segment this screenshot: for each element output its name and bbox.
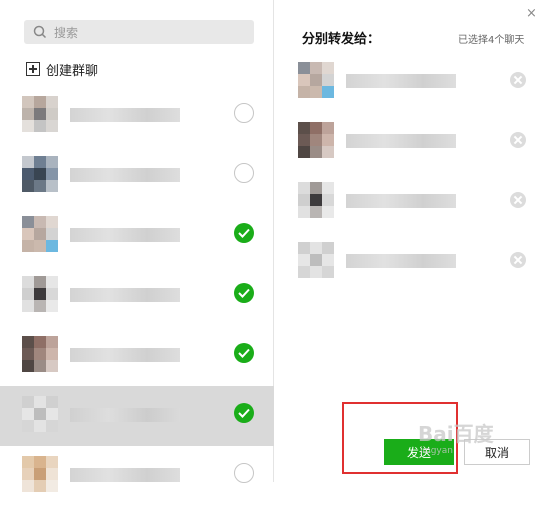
contact-row[interactable] <box>0 206 274 266</box>
checked-icon[interactable] <box>234 403 254 423</box>
selected-chat-row <box>298 120 538 164</box>
contact-name-blurred <box>70 228 180 242</box>
avatar <box>298 182 334 218</box>
close-icon[interactable]: × <box>526 6 537 21</box>
unchecked-circle-icon[interactable] <box>234 463 254 483</box>
remove-icon[interactable] <box>510 192 526 208</box>
avatar <box>22 396 58 432</box>
contact-row[interactable] <box>0 266 274 326</box>
avatar <box>22 96 58 132</box>
contact-row[interactable] <box>0 386 274 446</box>
contact-name-blurred <box>70 168 180 182</box>
contact-name-blurred <box>346 74 456 88</box>
plus-box-icon <box>26 62 40 76</box>
remove-icon[interactable] <box>510 132 526 148</box>
watermark-text: jingyan <box>420 446 453 456</box>
contact-name-blurred <box>70 348 180 362</box>
avatar <box>298 62 334 98</box>
contact-name-blurred <box>70 108 180 122</box>
selected-count: 已选择4个聊天 <box>458 35 525 46</box>
contact-row[interactable] <box>0 446 274 506</box>
avatar <box>22 156 58 192</box>
selected-chat-row <box>298 60 538 104</box>
contact-name-blurred <box>346 194 456 208</box>
contact-name-blurred <box>346 254 456 268</box>
avatar <box>22 336 58 372</box>
checked-icon[interactable] <box>234 283 254 303</box>
checked-icon[interactable] <box>234 343 254 363</box>
avatar <box>298 122 334 158</box>
create-group-label: 创建群聊 <box>46 63 99 79</box>
selected-chat-row <box>298 180 538 224</box>
contact-name-blurred <box>70 288 180 302</box>
contact-row[interactable] <box>0 86 274 146</box>
unchecked-circle-icon[interactable] <box>234 163 254 183</box>
contact-row[interactable] <box>0 326 274 386</box>
checked-icon[interactable] <box>234 223 254 243</box>
avatar <box>22 216 58 252</box>
contact-name-blurred <box>70 468 180 482</box>
create-group-button[interactable]: 创建群聊 <box>26 60 99 79</box>
contact-name-blurred <box>346 134 456 148</box>
selected-chat-row <box>298 240 538 284</box>
remove-icon[interactable] <box>510 252 526 268</box>
contact-panel: 搜索 创建群聊 <box>0 0 274 492</box>
search-box[interactable]: 搜索 <box>24 20 254 44</box>
avatar <box>298 242 334 278</box>
forward-title: 分别转发给： <box>302 32 381 47</box>
contact-name-blurred <box>70 408 180 422</box>
search-icon <box>33 25 47 39</box>
contact-row[interactable] <box>0 146 274 206</box>
avatar <box>22 456 58 492</box>
avatar <box>22 276 58 312</box>
watermark-logo: Bai百度 <box>418 422 494 446</box>
remove-icon[interactable] <box>510 72 526 88</box>
unchecked-circle-icon[interactable] <box>234 103 254 123</box>
search-placeholder[interactable]: 搜索 <box>54 24 78 41</box>
